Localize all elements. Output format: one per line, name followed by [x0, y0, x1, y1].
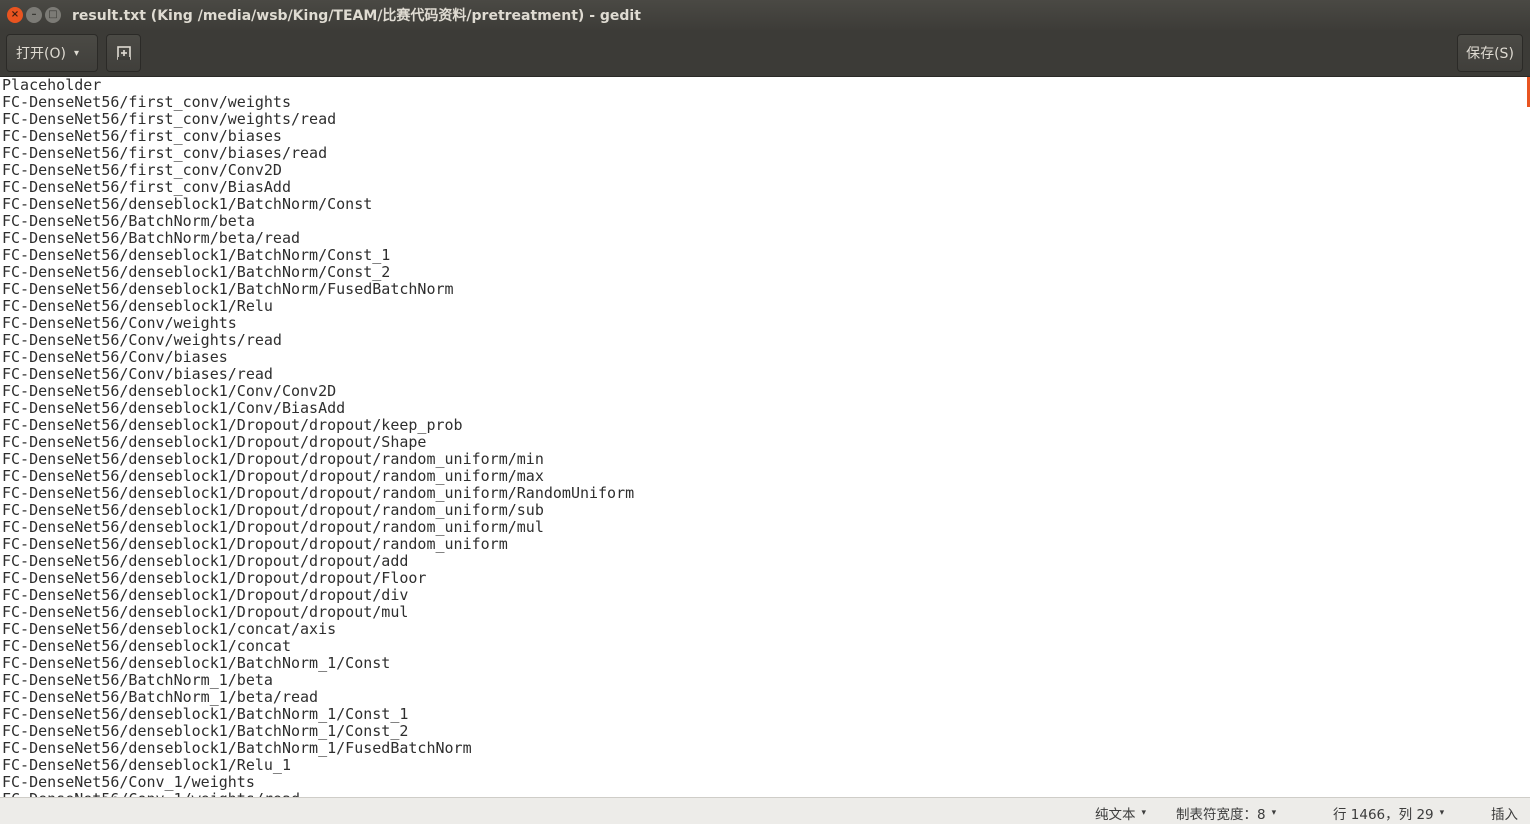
chevron-down-icon: ▾: [1439, 808, 1445, 818]
text-editor[interactable]: Placeholder FC-DenseNet56/first_conv/weig…: [0, 77, 1530, 797]
window-controls: × – □: [7, 7, 61, 23]
text-line: FC-DenseNet56/Conv/biases/read: [2, 365, 273, 383]
text-line: FC-DenseNet56/denseblock1/Dropout/dropou…: [2, 603, 409, 621]
text-line: FC-DenseNet56/Conv_1/weights: [2, 773, 255, 791]
tab-width-label: 制表符宽度：8: [1176, 807, 1266, 823]
text-line: FC-DenseNet56/denseblock1/BatchNorm_1/Co…: [2, 705, 409, 723]
text-line: FC-DenseNet56/denseblock1/Relu: [2, 297, 273, 315]
text-line: FC-DenseNet56/first_conv/weights/read: [2, 110, 337, 128]
text-line: FC-DenseNet56/first_conv/BiasAdd: [2, 178, 291, 196]
text-line: FC-DenseNet56/denseblock1/BatchNorm/Cons…: [2, 246, 391, 264]
text-line: FC-DenseNet56/denseblock1/Dropout/dropou…: [2, 569, 427, 587]
maximize-window-button[interactable]: □: [45, 7, 61, 23]
text-line: FC-DenseNet56/first_conv/weights: [2, 93, 291, 111]
new-document-icon: [116, 46, 131, 60]
text-line: FC-DenseNet56/denseblock1/Dropout/dropou…: [2, 586, 409, 604]
text-line: FC-DenseNet56/BatchNorm_1/beta/read: [2, 688, 319, 706]
text-line: FC-DenseNet56/denseblock1/Dropout/dropou…: [2, 450, 544, 468]
text-line: FC-DenseNet56/denseblock1/Dropout/dropou…: [2, 433, 427, 451]
window-title: result.txt (King /media/wsb/King/TEAM/比赛…: [72, 8, 641, 24]
chevron-down-icon: ▾: [73, 47, 79, 59]
language-label: 纯文本: [1095, 807, 1136, 823]
close-icon: ×: [10, 9, 20, 20]
text-line: FC-DenseNet56/denseblock1/Dropout/dropou…: [2, 501, 544, 519]
text-line: FC-DenseNet56/denseblock1/Dropout/dropou…: [2, 552, 409, 570]
insert-mode-label: 插入: [1491, 807, 1518, 823]
text-line: FC-DenseNet56/denseblock1/Dropout/dropou…: [2, 518, 544, 536]
chevron-down-icon: ▾: [1141, 808, 1147, 818]
text-line: FC-DenseNet56/denseblock1/Dropout/dropou…: [2, 467, 544, 485]
tab-width-selector[interactable]: 制表符宽度：8 ▾: [1176, 803, 1276, 823]
text-line: FC-DenseNet56/denseblock1/Dropout/dropou…: [2, 484, 635, 502]
title-bar: × – □ result.txt (King /media/wsb/King/T…: [0, 0, 1530, 30]
text-line: Placeholder: [2, 77, 102, 94]
text-line: FC-DenseNet56/Conv/biases: [2, 348, 228, 366]
text-line: FC-DenseNet56/denseblock1/BatchNorm_1/Co…: [2, 722, 409, 740]
text-line: FC-DenseNet56/first_conv/biases/read: [2, 144, 328, 162]
save-button[interactable]: 保存(S): [1457, 34, 1523, 72]
text-lines: Placeholder FC-DenseNet56/first_conv/weig…: [2, 77, 634, 797]
insert-mode-indicator: 插入: [1491, 803, 1518, 823]
new-tab-button[interactable]: [106, 34, 141, 72]
text-line: FC-DenseNet56/denseblock1/BatchNorm/Cons…: [2, 195, 373, 213]
text-line: FC-DenseNet56/denseblock1/BatchNorm/Cons…: [2, 263, 391, 281]
text-line: FC-DenseNet56/denseblock1/Dropout/dropou…: [2, 535, 508, 553]
close-window-button[interactable]: ×: [7, 7, 23, 23]
language-selector[interactable]: 纯文本 ▾: [1095, 803, 1146, 823]
text-line: FC-DenseNet56/BatchNorm_1/beta: [2, 671, 273, 689]
text-line: FC-DenseNet56/denseblock1/Conv/Conv2D: [2, 382, 337, 400]
chevron-down-icon: ▾: [1271, 808, 1277, 818]
text-line: FC-DenseNet56/denseblock1/Conv/BiasAdd: [2, 399, 346, 417]
minimize-window-button[interactable]: –: [26, 7, 42, 23]
text-line: FC-DenseNet56/Conv/weights: [2, 314, 237, 332]
header-bar: 打开(O) ▾ 保存(S): [0, 30, 1530, 77]
status-bar: 纯文本 ▾ 制表符宽度：8 ▾ 行 1466，列 29 ▾ 插入: [0, 797, 1530, 824]
text-line: FC-DenseNet56/denseblock1/Relu_1: [2, 756, 291, 774]
text-line: FC-DenseNet56/denseblock1/BatchNorm/Fuse…: [2, 280, 454, 298]
open-button-label: 打开(O): [16, 46, 66, 62]
text-line: FC-DenseNet56/denseblock1/BatchNorm_1/Co…: [2, 654, 391, 672]
open-button[interactable]: 打开(O) ▾: [6, 34, 98, 72]
text-line: FC-DenseNet56/first_conv/biases: [2, 127, 282, 145]
text-line: FC-DenseNet56/denseblock1/concat: [2, 637, 291, 655]
cursor-position-label: 行 1466，列 29: [1333, 807, 1434, 823]
save-button-label: 保存(S): [1466, 46, 1514, 62]
text-line: FC-DenseNet56/denseblock1/Dropout/dropou…: [2, 416, 463, 434]
text-line: FC-DenseNet56/denseblock1/BatchNorm_1/Fu…: [2, 739, 472, 757]
text-line: FC-DenseNet56/first_conv/Conv2D: [2, 161, 282, 179]
text-line: FC-DenseNet56/denseblock1/concat/axis: [2, 620, 337, 638]
cursor-position-selector[interactable]: 行 1466，列 29 ▾: [1333, 803, 1444, 823]
minimize-icon: –: [31, 9, 37, 20]
text-line: FC-DenseNet56/BatchNorm/beta: [2, 212, 255, 230]
maximize-icon: □: [48, 9, 58, 20]
text-line: FC-DenseNet56/Conv/weights/read: [2, 331, 282, 349]
text-line: FC-DenseNet56/BatchNorm/beta/read: [2, 229, 301, 247]
